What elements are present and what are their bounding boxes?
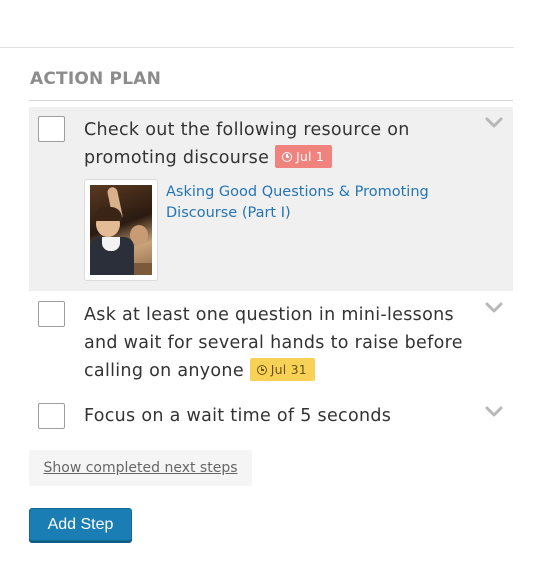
step-text: Check out the following resource on prom… <box>84 116 464 172</box>
resource-card: Asking Good Questions & Promoting Discou… <box>84 179 484 283</box>
step-label: Check out the following resource on prom… <box>84 120 410 168</box>
chevron-down-icon[interactable] <box>485 406 503 418</box>
step-text: Focus on a wait time of 5 seconds <box>84 402 464 430</box>
due-date: Jul 1 <box>296 149 325 164</box>
clock-icon <box>282 152 293 162</box>
resource-link[interactable]: Asking Good Questions & Promoting Discou… <box>166 182 476 224</box>
add-step-button[interactable]: Add Step <box>29 508 132 541</box>
step-label: Focus on a wait time of 5 seconds <box>84 406 392 426</box>
action-step: Check out the following resource on prom… <box>29 107 513 291</box>
step-text: Ask at least one question in mini-lesson… <box>84 301 464 385</box>
section-divider <box>29 100 513 101</box>
action-step: Focus on a wait time of 5 seconds <box>29 396 513 436</box>
due-date: Jul 31 <box>270 362 307 377</box>
classroom-photo <box>90 185 152 275</box>
resource-thumbnail[interactable] <box>84 179 158 281</box>
chevron-down-icon[interactable] <box>485 302 503 314</box>
action-step: Ask at least one question in mini-lesson… <box>29 292 513 388</box>
top-divider <box>0 47 514 48</box>
step-checkbox[interactable] <box>38 301 65 327</box>
show-completed-button[interactable]: Show completed next steps <box>29 450 252 486</box>
clock-icon <box>256 365 267 375</box>
chevron-down-icon[interactable] <box>485 117 503 129</box>
step-checkbox[interactable] <box>38 116 65 142</box>
step-checkbox[interactable] <box>38 403 65 429</box>
due-date-badge: Jul 31 <box>249 358 315 381</box>
section-title: ACTION PLAN <box>30 69 162 89</box>
due-date-badge: Jul 1 <box>275 145 333 168</box>
